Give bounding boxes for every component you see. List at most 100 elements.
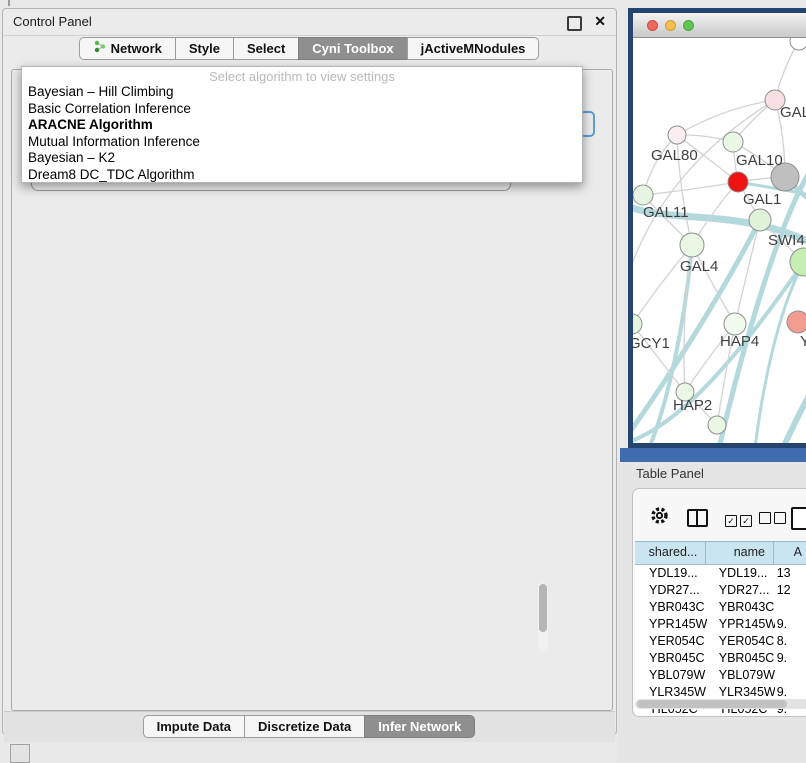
table-cell: YDL19... bbox=[707, 565, 775, 582]
scrollbar-thumb[interactable] bbox=[539, 584, 547, 632]
node-label-gcy1: GCY1 bbox=[633, 335, 670, 352]
tab-label: Style bbox=[189, 38, 220, 59]
table-cell bbox=[775, 667, 806, 684]
tab-cyni-toolbox[interactable]: Cyni Toolbox bbox=[298, 37, 407, 60]
table-row[interactable]: YDR27...YDR27...12 bbox=[635, 582, 806, 599]
table-cell: YER054C bbox=[707, 633, 775, 650]
table-cell: YBR045C bbox=[707, 650, 775, 667]
column-header-a[interactable]: A bbox=[774, 542, 806, 564]
algorithm-item-mutual-information-inference[interactable]: Mutual Information Inference bbox=[22, 134, 582, 151]
table-cell: 12 bbox=[775, 582, 806, 599]
network-view-window[interactable]: GALGAL80GAL10GAL1GAL11SWI4GAL4GCY1HAP4YH… bbox=[628, 8, 806, 448]
tab-jactivemnodules[interactable]: jActiveMNodules bbox=[407, 37, 540, 60]
gear-icon[interactable] bbox=[649, 505, 670, 526]
node-label-y: Y bbox=[800, 333, 806, 350]
table-cell: 9. bbox=[775, 616, 806, 633]
scrollbar-thumb[interactable] bbox=[637, 700, 787, 708]
tab-label: Infer Network bbox=[378, 716, 461, 737]
table-cell: 13 bbox=[775, 565, 806, 582]
network-node[interactable] bbox=[790, 38, 806, 50]
tab-infer-network[interactable]: Infer Network bbox=[364, 715, 475, 738]
tab-label: Discretize Data bbox=[258, 716, 351, 737]
table-cell: YDR27... bbox=[635, 582, 707, 599]
network-node[interactable] bbox=[728, 172, 748, 192]
mac-zoom-icon[interactable] bbox=[683, 20, 694, 31]
node-label-hap4: HAP4 bbox=[720, 333, 759, 350]
tab-label: Select bbox=[247, 38, 285, 59]
table-row[interactable]: YBR045CYBR045C9. bbox=[635, 650, 806, 667]
window-edge-artifact bbox=[8, 0, 10, 6]
deselect-all-icon[interactable] bbox=[759, 511, 786, 529]
network-icon bbox=[93, 38, 106, 59]
tab-impute-data[interactable]: Impute Data bbox=[143, 715, 245, 738]
node-label-swi4: SWI4 bbox=[768, 232, 805, 249]
table-cell: YER054C bbox=[635, 633, 707, 650]
table-row[interactable]: YBR043CYBR043C bbox=[635, 599, 806, 616]
table-row[interactable]: YBL079WYBL079W bbox=[635, 667, 806, 684]
table-cell: YBL079W bbox=[707, 667, 775, 684]
tab-style[interactable]: Style bbox=[175, 37, 234, 60]
tab-network[interactable]: Network bbox=[79, 37, 176, 60]
table-cell: YBR043C bbox=[707, 599, 775, 616]
node-label-gal4: GAL4 bbox=[680, 258, 718, 275]
tab-select[interactable]: Select bbox=[233, 37, 299, 60]
table-row[interactable]: YPR145WYPR145W9. bbox=[635, 616, 806, 633]
algorithm-item-aracne-algorithm[interactable]: ARACNE Algorithm bbox=[22, 117, 582, 134]
network-node[interactable] bbox=[749, 209, 771, 231]
tab-label: Network bbox=[111, 38, 162, 59]
table-cell: YDL19... bbox=[635, 565, 707, 582]
table-header-row: shared...nameA bbox=[635, 541, 806, 565]
tab-label: Impute Data bbox=[157, 716, 231, 737]
attributes-vertical-scrollbar[interactable] bbox=[538, 582, 548, 652]
network-canvas[interactable]: GALGAL80GAL10GAL1GAL11SWI4GAL4GCY1HAP4YH… bbox=[633, 38, 806, 448]
mac-minimize-icon[interactable] bbox=[665, 20, 676, 31]
table-panel-title: Table Panel bbox=[636, 466, 704, 481]
tab-discretize-data[interactable]: Discretize Data bbox=[244, 715, 365, 738]
algorithm-list: Bayesian – Hill ClimbingBasic Correlatio… bbox=[22, 84, 582, 183]
node-label-gal: GAL bbox=[780, 104, 806, 121]
node-label-gal11: GAL11 bbox=[643, 204, 689, 221]
algorithm-item-basic-correlation-inference[interactable]: Basic Correlation Inference bbox=[22, 101, 582, 118]
network-node[interactable] bbox=[633, 314, 642, 334]
tab-label: Cyni Toolbox bbox=[312, 38, 393, 59]
network-node[interactable] bbox=[680, 233, 704, 257]
node-label-gal80: GAL80 bbox=[651, 147, 698, 164]
table-cell: YPR145W bbox=[635, 616, 707, 633]
table-cell: YBL079W bbox=[635, 667, 707, 684]
network-node[interactable] bbox=[787, 311, 806, 333]
bottom-tab-bar: Impute Data Discretize Data Infer Network bbox=[3, 715, 616, 738]
algorithm-item-bayesian-k2[interactable]: Bayesian – K2 bbox=[22, 150, 582, 167]
table-row[interactable]: YDL19...YDL19...13 bbox=[635, 565, 806, 582]
popup-placeholder: Select algorithm to view settings bbox=[22, 69, 582, 84]
network-node[interactable] bbox=[633, 185, 653, 205]
tab-label: jActiveMNodules bbox=[421, 38, 526, 59]
float-window-icon[interactable] bbox=[567, 16, 582, 31]
network-node[interactable] bbox=[708, 416, 726, 434]
partial-icon[interactable] bbox=[10, 744, 30, 763]
mac-close-icon[interactable] bbox=[647, 20, 658, 31]
control-panel-titlebar: Control Panel ✕ bbox=[3, 9, 616, 36]
algorithm-item-bayesian-hill-climbing[interactable]: Bayesian – Hill Climbing bbox=[22, 84, 582, 101]
network-node[interactable] bbox=[724, 313, 746, 335]
control-panel-tab-bar: Network Style Select Cyni Toolbox jActiveMNo… bbox=[3, 37, 616, 60]
table-cell: 8. bbox=[775, 633, 806, 650]
column-layout-icon[interactable] bbox=[687, 509, 708, 527]
select-all-checks-icon[interactable]: ✓✓ bbox=[725, 511, 752, 529]
table-cell: 9. bbox=[775, 650, 806, 667]
network-node[interactable] bbox=[723, 132, 743, 152]
desktop-background bbox=[620, 448, 806, 462]
table-row[interactable]: YER054CYER054C8. bbox=[635, 633, 806, 650]
close-icon[interactable]: ✕ bbox=[594, 13, 606, 30]
table-cell: YBR043C bbox=[635, 599, 707, 616]
network-node[interactable] bbox=[668, 126, 686, 144]
column-header-name[interactable]: name bbox=[706, 542, 774, 564]
network-node[interactable] bbox=[790, 248, 806, 276]
control-panel-window: Control Panel ✕ Network Style Select Cyni T… bbox=[2, 8, 617, 735]
algorithm-item-dream8-dc-tdc-algorithm[interactable]: Dream8 DC_TDC Algorithm bbox=[22, 167, 582, 184]
panel-title: Control Panel bbox=[13, 14, 92, 29]
table-panel: ✓✓ shared...nameA YDL19...YDL19...13YDR2… bbox=[632, 488, 806, 717]
page-icon[interactable] bbox=[791, 507, 806, 530]
table-horizontal-scrollbar[interactable] bbox=[635, 699, 806, 709]
column-header-shared[interactable]: shared... bbox=[635, 542, 706, 564]
node-label-hap2: HAP2 bbox=[673, 397, 712, 414]
